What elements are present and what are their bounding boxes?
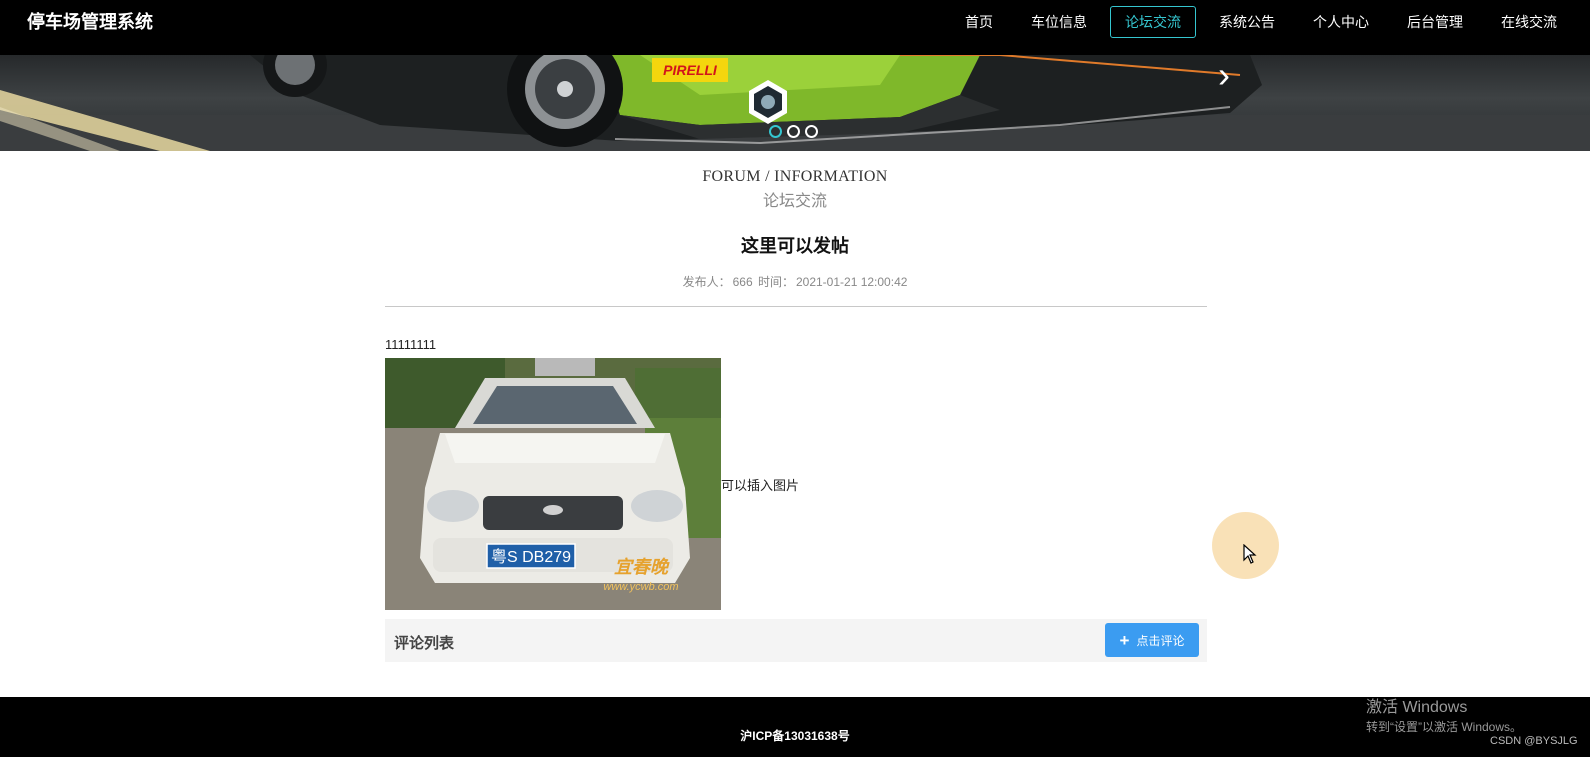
banner-sponsor-text: PIRELLI [663,62,718,78]
post-meta: 发布人： 666 时间： 2021-01-21 12:00:42 [0,273,1590,290]
add-comment-label: 点击评论 [1136,633,1185,648]
divider [385,306,1207,307]
time-label: 时间： [757,275,794,289]
carousel-dot[interactable] [769,125,782,138]
section-title-cn: 论坛交流 [762,193,827,210]
comment-list-header: 评论列表 + 点击评论 [385,619,1207,662]
author-value: 666 [732,275,753,289]
license-plate-text: 粤S DB279 [491,547,571,566]
icp-record[interactable]: 沪ICP备13031638号 [0,727,1590,744]
nav-user-center[interactable]: 个人中心 [1298,6,1384,38]
time-value: 2021-01-21 12:00:42 [795,275,908,289]
photo-watermark-logo: 宜春晚 [614,557,670,578]
post-body-text: 11111111 [385,337,437,352]
banner-carousel: PIRELLI › [0,55,1590,151]
post-image: 粤S DB279 宜春晚 www.ycwb.com [385,358,721,610]
site-brand[interactable]: 停车场管理系统 [27,10,153,34]
carousel-dot[interactable] [787,125,800,138]
footer: 沪ICP备13031638号 激活 Windows 转到“设置”以激活 Wind… [0,697,1590,757]
carousel-dots [769,125,823,138]
comment-list-title: 评论列表 [394,635,455,652]
post-title: 这里可以发帖 [741,236,849,256]
add-comment-button[interactable]: + 点击评论 [1105,623,1199,657]
nav-forum[interactable]: 论坛交流 [1110,6,1196,38]
photo-watermark-url: www.ycwb.com [603,581,678,593]
author-label: 发布人： [682,275,731,289]
main-nav: 首页 车位信息 论坛交流 系统公告 个人中心 后台管理 在线交流 [942,5,1572,39]
nav-online-chat[interactable]: 在线交流 [1486,6,1572,38]
section-title-en: FORUM / INFORMATION [702,168,888,185]
mouse-cursor-icon [1243,544,1257,564]
carousel-dot[interactable] [805,125,818,138]
image-caption: 可以插入图片 [721,478,800,493]
nav-announcements[interactable]: 系统公告 [1204,6,1290,38]
nav-admin[interactable]: 后台管理 [1392,6,1478,38]
chevron-right-icon[interactable]: › [1212,55,1236,95]
top-navbar: 停车场管理系统 首页 车位信息 论坛交流 系统公告 个人中心 后台管理 在线交流 [0,0,1590,55]
windows-activation-hint: 转到“设置”以激活 Windows。 [1366,720,1523,734]
csdn-watermark: CSDN @BYSJLG [1490,735,1578,747]
nav-home[interactable]: 首页 [950,6,1008,38]
nav-parking-info[interactable]: 车位信息 [1016,6,1102,38]
windows-activation-title: 激活 Windows [1366,699,1468,716]
plus-icon: + [1119,630,1130,650]
